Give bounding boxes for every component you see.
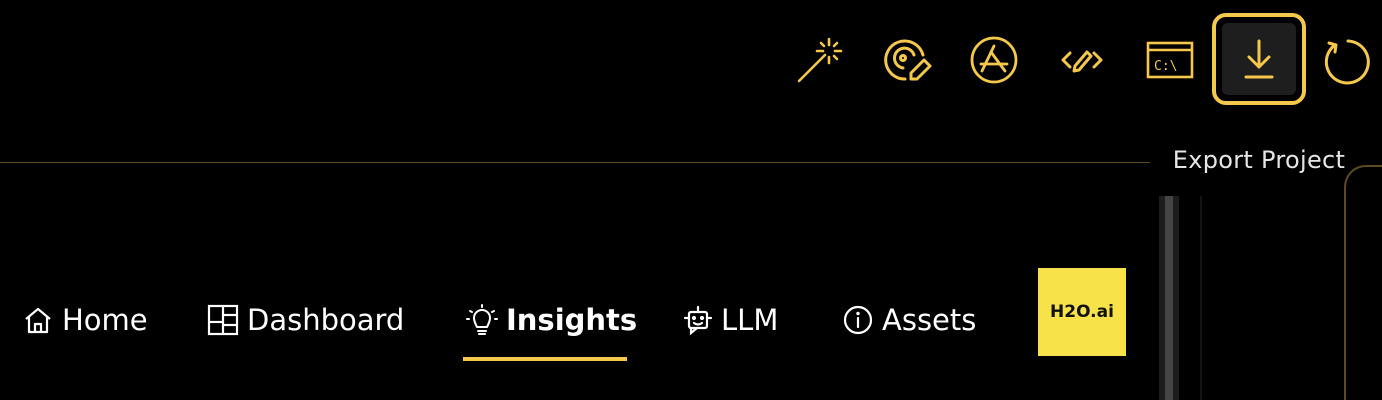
info-icon bbox=[842, 304, 874, 336]
refresh-icon bbox=[1324, 39, 1370, 85]
logo-text: H2O.ai bbox=[1050, 302, 1114, 322]
h2o-logo[interactable]: H2O.ai bbox=[1038, 268, 1126, 356]
app-store-button[interactable] bbox=[964, 30, 1024, 90]
nav-item-label: Home bbox=[62, 303, 148, 337]
refresh-button[interactable] bbox=[1316, 30, 1376, 90]
app-store-icon bbox=[970, 36, 1018, 84]
magic-wand-icon bbox=[797, 37, 843, 83]
export-project-button[interactable] bbox=[1212, 13, 1306, 105]
terminal-icon: C:\ bbox=[1146, 41, 1194, 79]
main-nav: Home Dashboard Insights LLM Assets bbox=[0, 280, 1150, 360]
nav-item-label: Assets bbox=[882, 303, 977, 337]
robot-icon bbox=[683, 304, 713, 336]
nav-item-assets[interactable]: Assets bbox=[842, 280, 976, 360]
target-edit-icon bbox=[884, 39, 932, 81]
code-edit-icon bbox=[1061, 50, 1103, 73]
nav-item-llm[interactable]: LLM bbox=[683, 280, 778, 360]
terminal-glyph: C:\ bbox=[1154, 59, 1177, 74]
nav-item-dashboard[interactable]: Dashboard bbox=[207, 280, 404, 360]
terminal-button[interactable]: C:\ bbox=[1140, 30, 1200, 90]
scrollbar-thumb[interactable] bbox=[1165, 196, 1173, 400]
lightbulb-icon bbox=[466, 303, 498, 337]
target-edit-button[interactable] bbox=[876, 30, 936, 90]
export-project-tooltip: Export Project bbox=[1150, 138, 1368, 182]
code-edit-button[interactable] bbox=[1052, 30, 1112, 90]
header-divider bbox=[0, 162, 1150, 163]
download-icon bbox=[1244, 39, 1274, 79]
active-tab-indicator bbox=[463, 357, 627, 361]
nav-item-label: LLM bbox=[721, 303, 779, 337]
side-panel-edge bbox=[1344, 165, 1382, 400]
nav-item-label: Insights bbox=[506, 303, 638, 337]
export-button-highlight bbox=[1222, 23, 1296, 95]
nav-item-home[interactable]: Home bbox=[22, 280, 148, 360]
panel-separator bbox=[1200, 196, 1202, 400]
magic-wand-button[interactable] bbox=[788, 30, 848, 90]
app-page: C:\ Export Project Home Dashboard Insigh… bbox=[0, 0, 1382, 400]
dashboard-icon bbox=[207, 304, 239, 336]
nav-item-label: Dashboard bbox=[247, 303, 405, 337]
nav-item-insights[interactable]: Insights bbox=[466, 280, 637, 360]
home-icon bbox=[22, 304, 54, 336]
